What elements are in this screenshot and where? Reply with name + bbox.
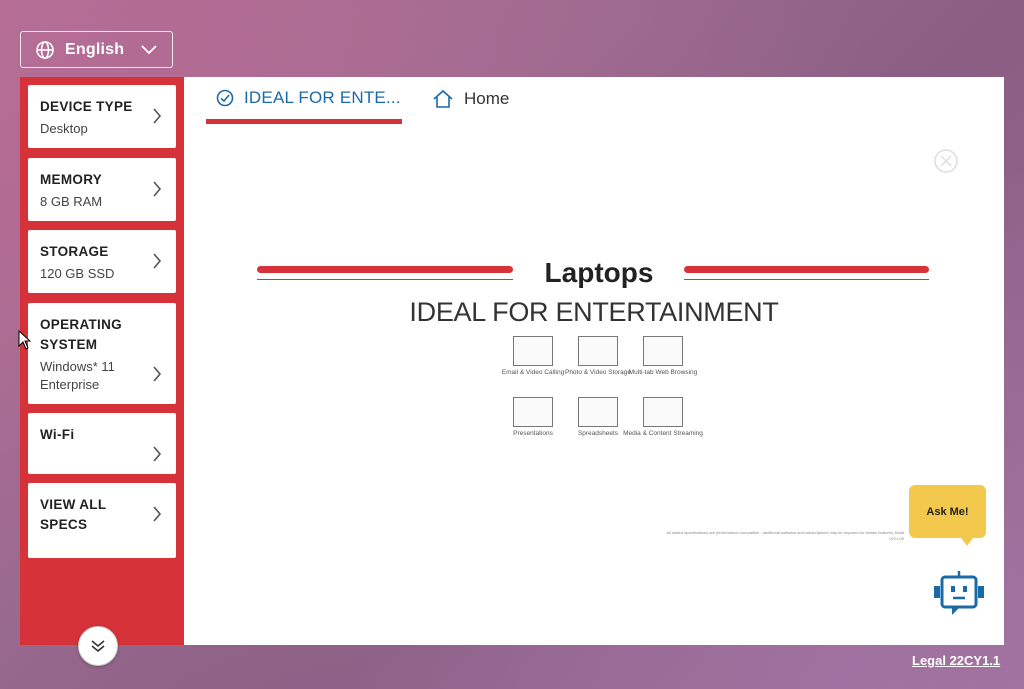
feature-multi-tab-browsing: Multi-tab Web Browsing — [623, 336, 703, 377]
ask-me-label: Ask Me! — [926, 505, 969, 518]
photos-icon — [578, 336, 618, 366]
sidebar-item-title: Wi-Fi — [40, 427, 75, 442]
language-selector[interactable]: English — [20, 31, 173, 68]
sidebar-item-title: MEMORY — [40, 172, 103, 187]
feature-caption: Media & Content Streaming — [623, 430, 703, 437]
sidebar-item-value: 8 GB RAM — [40, 194, 103, 209]
decorative-line — [684, 279, 929, 280]
mouse-cursor-icon — [18, 329, 32, 355]
close-button[interactable] — [934, 149, 958, 173]
legal-link[interactable]: Legal 22CY1.1 — [912, 653, 1000, 668]
decorative-stripe — [684, 266, 929, 273]
feature-caption: Multi-tab Web Browsing — [628, 369, 698, 376]
chevron-down-icon — [140, 44, 158, 56]
feature-media-streaming: Media & Content Streaming — [623, 397, 703, 438]
chatbot-button[interactable] — [932, 571, 986, 619]
tab-label: Home — [464, 89, 510, 108]
line-chart-icon — [513, 397, 553, 427]
chevron-right-icon — [152, 252, 162, 275]
spec-sidebar: DEVICE TYPE Desktop MEMORY 8 GB RAM STOR… — [20, 77, 184, 645]
check-circle-icon — [216, 89, 234, 107]
chevron-right-icon — [152, 365, 162, 388]
sidebar-item-device-type[interactable]: DEVICE TYPE Desktop — [28, 85, 176, 148]
sidebar-item-storage[interactable]: STORAGE 120 GB SSD — [28, 230, 176, 293]
slide-subtitle: IDEAL FOR ENTERTAINMENT — [409, 297, 779, 327]
video-call-icon — [513, 336, 553, 366]
decorative-stripe — [257, 266, 513, 273]
tab-label: IDEAL FOR ENTE... — [244, 88, 401, 107]
sidebar-item-title: DEVICE TYPE — [40, 99, 133, 114]
fine-print: All stated specifications are performanc… — [666, 530, 904, 541]
sidebar-item-value: Desktop — [40, 121, 88, 136]
sidebar-item-title: STORAGE — [40, 244, 109, 259]
decorative-line — [257, 279, 513, 280]
sidebar-item-memory[interactable]: MEMORY 8 GB RAM — [28, 158, 176, 221]
spreadsheet-icon — [578, 397, 618, 427]
sidebar-item-value: 120 GB SSD — [40, 266, 115, 281]
sidebar-item-wifi[interactable]: Wi-Fi — [28, 413, 176, 474]
sidebar-item-operating-system[interactable]: OPERATING SYSTEM Windows* 11 Enterprise — [28, 303, 176, 404]
chevron-right-icon — [152, 505, 162, 528]
sidebar-item-value: Windows* 11 Enterprise — [40, 359, 115, 392]
close-icon — [934, 149, 958, 173]
chevron-right-icon — [152, 180, 162, 203]
language-label: English — [65, 40, 125, 58]
home-icon — [432, 89, 454, 109]
slide-title: Laptops — [544, 257, 654, 288]
robot-icon — [932, 571, 986, 619]
tab-ideal-for-entertainment[interactable]: IDEAL FOR ENTE... — [206, 77, 402, 124]
main-panel: IDEAL FOR ENTE... Home Laptops IDEAL FOR… — [184, 77, 1004, 645]
globe-icon — [35, 40, 55, 60]
expand-sidebar-button[interactable] — [78, 626, 118, 666]
chevron-right-icon — [152, 107, 162, 130]
streaming-icon — [643, 397, 683, 427]
chevron-right-icon — [152, 445, 162, 468]
search-icon — [643, 336, 683, 366]
sidebar-item-view-all-specs[interactable]: VIEW ALL SPECS — [28, 483, 176, 558]
sidebar-item-title: VIEW ALL SPECS — [40, 497, 107, 532]
ask-me-bubble[interactable]: Ask Me! — [909, 485, 986, 546]
double-chevron-down-icon — [90, 638, 106, 654]
tab-home[interactable]: Home — [432, 89, 509, 109]
sidebar-item-title: OPERATING SYSTEM — [40, 317, 122, 352]
